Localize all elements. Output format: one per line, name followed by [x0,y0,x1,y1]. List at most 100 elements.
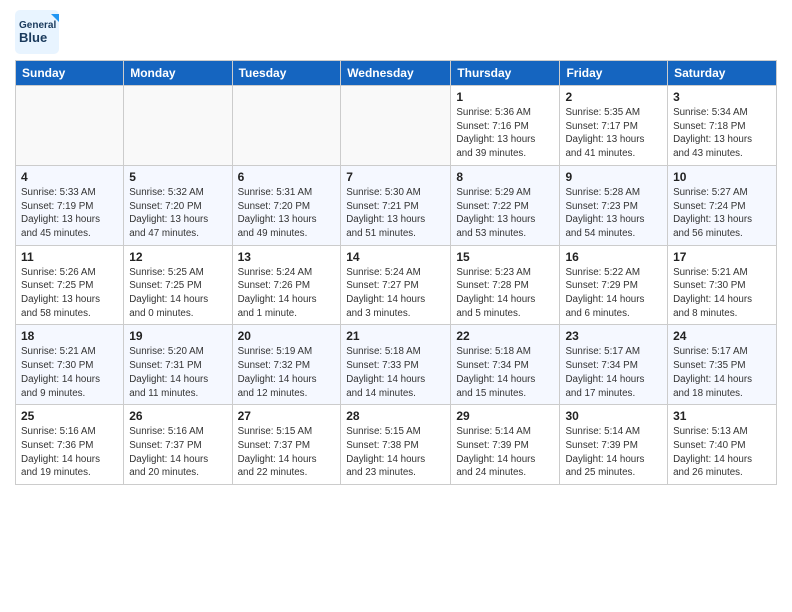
day-info: Sunrise: 5:25 AMSunset: 7:25 PMDaylight:… [129,266,226,321]
day-info: Sunrise: 5:18 AMSunset: 7:34 PMDaylight:… [456,345,554,400]
calendar-cell [16,86,124,166]
day-number: 25 [21,409,118,423]
day-number: 11 [21,250,118,264]
day-number: 3 [673,90,771,104]
day-info: Sunrise: 5:31 AMSunset: 7:20 PMDaylight:… [238,186,336,241]
day-number: 28 [346,409,445,423]
calendar-week-row: 11 Sunrise: 5:26 AMSunset: 7:25 PMDayligh… [16,245,777,325]
calendar-cell: 21 Sunrise: 5:18 AMSunset: 7:33 PMDayligh… [341,325,451,405]
day-info: Sunrise: 5:23 AMSunset: 7:28 PMDaylight:… [456,266,554,321]
day-number: 27 [238,409,336,423]
day-number: 10 [673,170,771,184]
day-info: Sunrise: 5:18 AMSunset: 7:33 PMDaylight:… [346,345,445,400]
day-number: 22 [456,329,554,343]
calendar-cell: 26 Sunrise: 5:16 AMSunset: 7:37 PMDayligh… [124,405,232,485]
calendar-cell: 22 Sunrise: 5:18 AMSunset: 7:34 PMDayligh… [451,325,560,405]
day-number: 12 [129,250,226,264]
calendar-cell [341,86,451,166]
calendar-cell: 6 Sunrise: 5:31 AMSunset: 7:20 PMDaylight… [232,165,341,245]
day-info: Sunrise: 5:22 AMSunset: 7:29 PMDaylight:… [565,266,662,321]
day-info: Sunrise: 5:17 AMSunset: 7:35 PMDaylight:… [673,345,771,400]
day-number: 4 [21,170,118,184]
day-number: 2 [565,90,662,104]
day-number: 20 [238,329,336,343]
calendar-week-row: 18 Sunrise: 5:21 AMSunset: 7:30 PMDayligh… [16,325,777,405]
day-number: 7 [346,170,445,184]
day-info: Sunrise: 5:20 AMSunset: 7:31 PMDaylight:… [129,345,226,400]
day-info: Sunrise: 5:16 AMSunset: 7:37 PMDaylight:… [129,425,226,480]
day-info: Sunrise: 5:28 AMSunset: 7:23 PMDaylight:… [565,186,662,241]
day-number: 19 [129,329,226,343]
day-number: 5 [129,170,226,184]
weekday-header-row: SundayMondayTuesdayWednesdayThursdayFrid… [16,61,777,86]
calendar-cell: 27 Sunrise: 5:15 AMSunset: 7:37 PMDayligh… [232,405,341,485]
page-container: General Blue SundayMondayTuesdayWednesda… [0,0,792,495]
day-number: 18 [21,329,118,343]
day-info: Sunrise: 5:33 AMSunset: 7:19 PMDaylight:… [21,186,118,241]
calendar-cell: 20 Sunrise: 5:19 AMSunset: 7:32 PMDayligh… [232,325,341,405]
day-number: 14 [346,250,445,264]
day-info: Sunrise: 5:27 AMSunset: 7:24 PMDaylight:… [673,186,771,241]
calendar-week-row: 1 Sunrise: 5:36 AMSunset: 7:16 PMDaylight… [16,86,777,166]
day-number: 21 [346,329,445,343]
day-number: 9 [565,170,662,184]
calendar-cell: 5 Sunrise: 5:32 AMSunset: 7:20 PMDaylight… [124,165,232,245]
calendar-cell: 11 Sunrise: 5:26 AMSunset: 7:25 PMDayligh… [16,245,124,325]
calendar-cell: 24 Sunrise: 5:17 AMSunset: 7:35 PMDayligh… [668,325,777,405]
day-info: Sunrise: 5:15 AMSunset: 7:37 PMDaylight:… [238,425,336,480]
day-number: 8 [456,170,554,184]
day-number: 1 [456,90,554,104]
day-number: 13 [238,250,336,264]
calendar-cell: 12 Sunrise: 5:25 AMSunset: 7:25 PMDayligh… [124,245,232,325]
day-info: Sunrise: 5:36 AMSunset: 7:16 PMDaylight:… [456,106,554,161]
day-number: 6 [238,170,336,184]
calendar-cell: 2 Sunrise: 5:35 AMSunset: 7:17 PMDaylight… [560,86,668,166]
day-number: 31 [673,409,771,423]
day-info: Sunrise: 5:26 AMSunset: 7:25 PMDaylight:… [21,266,118,321]
calendar-week-row: 25 Sunrise: 5:16 AMSunset: 7:36 PMDayligh… [16,405,777,485]
day-info: Sunrise: 5:21 AMSunset: 7:30 PMDaylight:… [21,345,118,400]
weekday-header: Thursday [451,61,560,86]
day-info: Sunrise: 5:16 AMSunset: 7:36 PMDaylight:… [21,425,118,480]
calendar-cell: 17 Sunrise: 5:21 AMSunset: 7:30 PMDayligh… [668,245,777,325]
weekday-header: Wednesday [341,61,451,86]
weekday-header: Sunday [16,61,124,86]
day-info: Sunrise: 5:34 AMSunset: 7:18 PMDaylight:… [673,106,771,161]
day-number: 24 [673,329,771,343]
calendar-cell: 30Sunrise: 5:14 AMSunset: 7:39 PMDayligh… [560,405,668,485]
day-info: Sunrise: 5:24 AMSunset: 7:27 PMDaylight:… [346,266,445,321]
day-info: Sunrise: 5:14 AMSunset: 7:39 PMDaylight:… [456,425,554,480]
calendar-cell [124,86,232,166]
day-number: 26 [129,409,226,423]
weekday-header: Monday [124,61,232,86]
day-info: Sunrise: 5:29 AMSunset: 7:22 PMDaylight:… [456,186,554,241]
day-info: Sunrise: 5:21 AMSunset: 7:30 PMDaylight:… [673,266,771,321]
logo: General Blue [15,10,59,54]
calendar-cell: 28 Sunrise: 5:15 AMSunset: 7:38 PMDayligh… [341,405,451,485]
calendar-cell: 19 Sunrise: 5:20 AMSunset: 7:31 PMDayligh… [124,325,232,405]
day-info: Sunrise: 5:19 AMSunset: 7:32 PMDaylight:… [238,345,336,400]
calendar-cell: 23Sunrise: 5:17 AMSunset: 7:34 PMDayligh… [560,325,668,405]
calendar-cell: 15 Sunrise: 5:23 AMSunset: 7:28 PMDayligh… [451,245,560,325]
calendar-cell: 25 Sunrise: 5:16 AMSunset: 7:36 PMDayligh… [16,405,124,485]
day-info: Sunrise: 5:15 AMSunset: 7:38 PMDaylight:… [346,425,445,480]
weekday-header: Saturday [668,61,777,86]
day-info: Sunrise: 5:32 AMSunset: 7:20 PMDaylight:… [129,186,226,241]
day-info: Sunrise: 5:35 AMSunset: 7:17 PMDaylight:… [565,106,662,161]
weekday-header: Friday [560,61,668,86]
calendar-cell [232,86,341,166]
day-number: 17 [673,250,771,264]
day-number: 15 [456,250,554,264]
calendar-cell: 16 Sunrise: 5:22 AMSunset: 7:29 PMDayligh… [560,245,668,325]
day-number: 16 [565,250,662,264]
day-info: Sunrise: 5:14 AMSunset: 7:39 PMDaylight:… [565,425,662,480]
day-info: Sunrise: 5:13 AMSunset: 7:40 PMDaylight:… [673,425,771,480]
calendar-cell: 3 Sunrise: 5:34 AMSunset: 7:18 PMDaylight… [668,86,777,166]
page-header: General Blue [15,10,777,54]
day-number: 29 [456,409,554,423]
day-info: Sunrise: 5:30 AMSunset: 7:21 PMDaylight:… [346,186,445,241]
calendar-cell: 13Sunrise: 5:24 AMSunset: 7:26 PMDayligh… [232,245,341,325]
calendar-cell: 14 Sunrise: 5:24 AMSunset: 7:27 PMDayligh… [341,245,451,325]
calendar-table: SundayMondayTuesdayWednesdayThursdayFrid… [15,60,777,485]
svg-text:Blue: Blue [19,30,47,45]
